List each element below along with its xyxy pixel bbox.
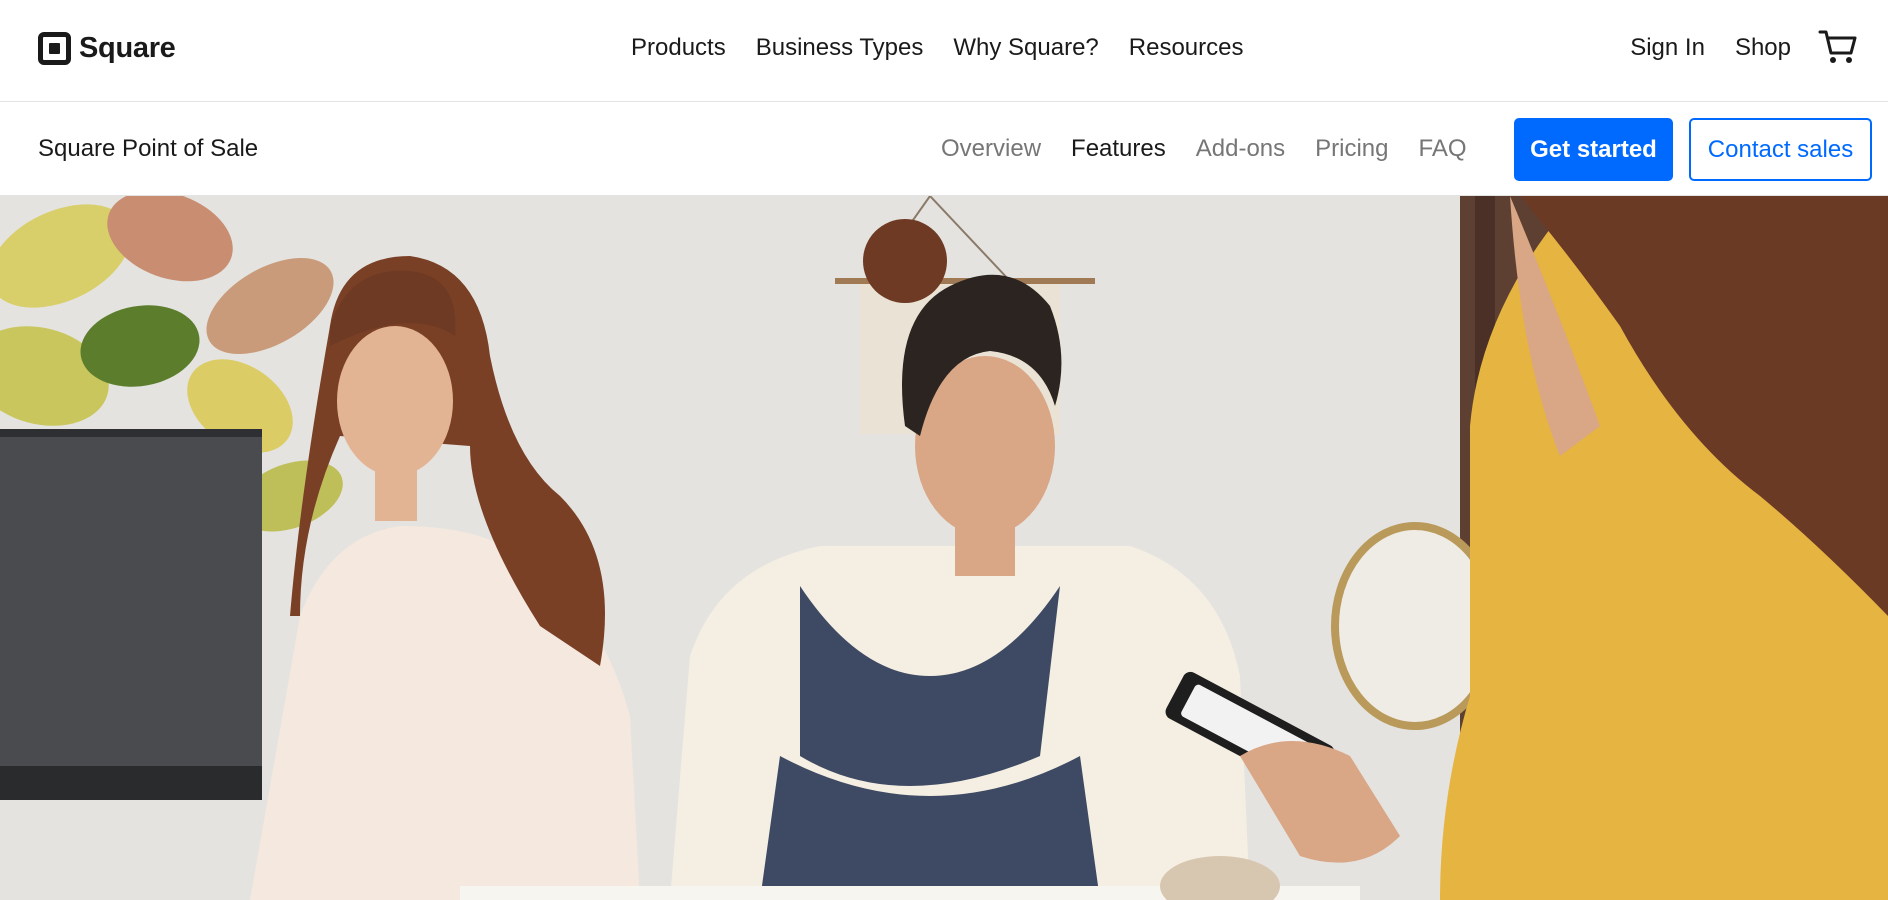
monitor	[0, 429, 262, 799]
tab-features[interactable]: Features	[1071, 135, 1166, 163]
sign-in-link[interactable]: Sign In	[1630, 34, 1705, 62]
nav-resources[interactable]: Resources	[1129, 34, 1244, 62]
primary-nav: Products Business Types Why Square? Reso…	[631, 34, 1244, 62]
shop-link[interactable]: Shop	[1735, 34, 1791, 62]
nav-why-square[interactable]: Why Square?	[953, 34, 1098, 62]
hero-image	[0, 196, 1888, 900]
tab-pricing[interactable]: Pricing	[1315, 135, 1388, 163]
global-header: Square Products Business Types Why Squar…	[0, 0, 1888, 102]
tab-faq[interactable]: FAQ	[1419, 135, 1467, 163]
account-nav: Sign In Shop	[1630, 34, 1791, 62]
tab-add-ons[interactable]: Add-ons	[1196, 135, 1285, 163]
square-logo[interactable]: Square	[38, 31, 176, 65]
square-logo-icon	[38, 31, 71, 65]
nav-business-types[interactable]: Business Types	[756, 34, 924, 62]
get-started-button[interactable]: Get started	[1514, 118, 1673, 181]
shopping-cart-icon[interactable]	[1818, 28, 1858, 66]
nav-products[interactable]: Products	[631, 34, 726, 62]
tab-overview[interactable]: Overview	[941, 135, 1041, 163]
hero-photo	[0, 196, 1888, 900]
product-subnav: Square Point of Sale Overview Features A…	[0, 102, 1888, 196]
product-title: Square Point of Sale	[38, 135, 259, 162]
contact-sales-button[interactable]: Contact sales	[1689, 118, 1872, 181]
brand-name: Square	[79, 31, 176, 64]
product-tabs: Overview Features Add-ons Pricing FAQ	[941, 135, 1467, 163]
